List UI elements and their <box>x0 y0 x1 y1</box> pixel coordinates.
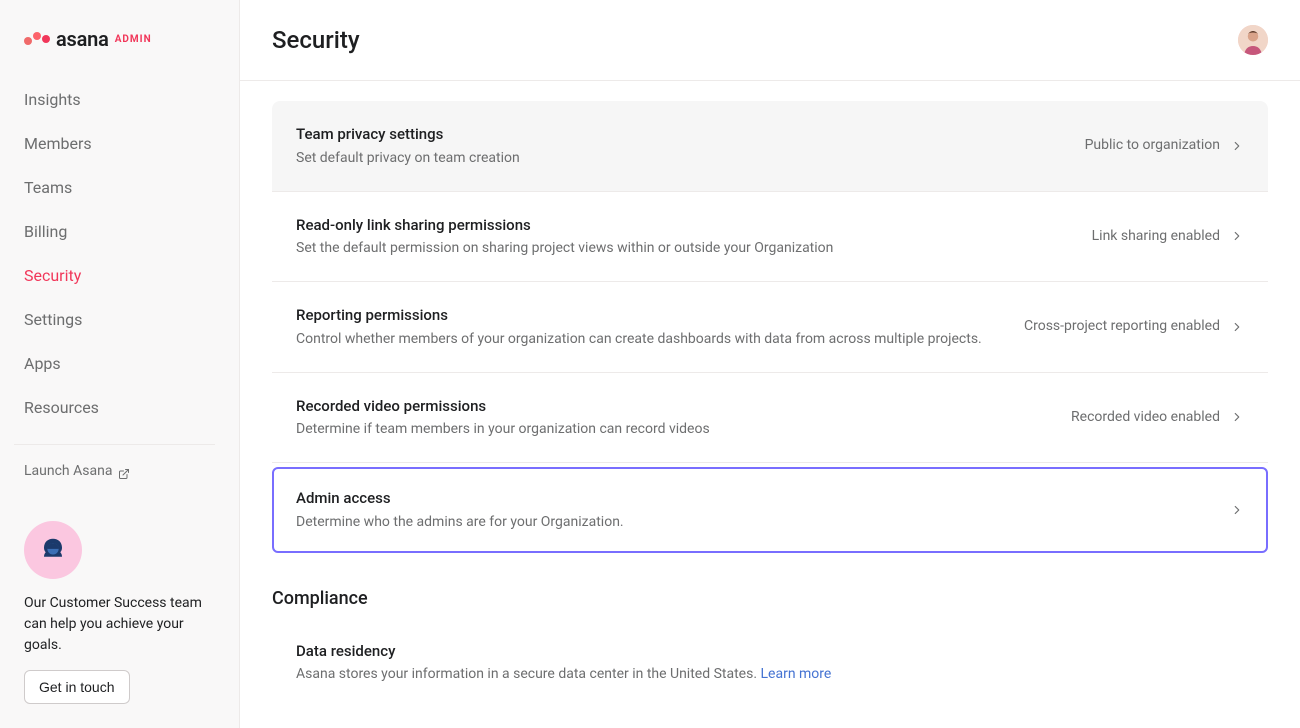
sidebar-item-label: Insights <box>24 90 81 109</box>
setting-row-admin-access[interactable]: Admin access Determine who the admins ar… <box>272 467 1268 553</box>
brand-logo: asana ADMIN <box>0 24 239 74</box>
help-panel: Our Customer Success team can help you a… <box>0 521 239 704</box>
setting-row-data-residency[interactable]: Data residency Asana stores your informa… <box>272 618 1268 708</box>
setting-value: Recorded video enabled <box>1071 407 1220 428</box>
setting-value: Cross-project reporting enabled <box>1024 316 1220 337</box>
brand-word: asana <box>56 24 109 54</box>
setting-desc: Set default privacy on team creation <box>296 148 1061 169</box>
setting-title: Recorded video permissions <box>296 395 1047 418</box>
setting-desc: Set the default permission on sharing pr… <box>296 238 1068 259</box>
chevron-right-icon <box>1230 229 1244 243</box>
brand-admin-badge: ADMIN <box>115 32 152 47</box>
learn-more-link[interactable]: Learn more <box>761 666 832 682</box>
main: Security Team privacy settings Set defau… <box>240 0 1300 728</box>
sidebar: asana ADMIN Insights Members Teams Billi… <box>0 0 240 728</box>
setting-value: Public to organization <box>1085 135 1220 156</box>
setting-desc: Control whether members of your organiza… <box>296 329 1000 350</box>
sidebar-item-apps[interactable]: Apps <box>0 342 239 386</box>
setting-desc: Determine who the admins are for your Or… <box>296 512 1206 533</box>
setting-row-link-sharing[interactable]: Read-only link sharing permissions Set t… <box>272 192 1268 283</box>
help-avatar-icon <box>24 521 82 579</box>
sidebar-item-label: Resources <box>24 398 99 417</box>
section-heading-compliance: Compliance <box>272 557 1268 618</box>
chevron-right-icon <box>1230 410 1244 424</box>
setting-title: Admin access <box>296 487 1206 510</box>
launch-label: Launch Asana <box>24 461 112 482</box>
sidebar-item-label: Settings <box>24 310 82 329</box>
chevron-right-icon <box>1230 320 1244 334</box>
setting-row-recorded-video[interactable]: Recorded video permissions Determine if … <box>272 373 1268 464</box>
asana-logo-icon <box>24 35 50 43</box>
sidebar-item-label: Apps <box>24 354 61 373</box>
sidebar-divider <box>14 444 215 445</box>
setting-row-reporting[interactable]: Reporting permissions Control whether me… <box>272 282 1268 373</box>
setting-desc: Asana stores your information in a secur… <box>296 664 1220 685</box>
setting-title: Reporting permissions <box>296 304 1000 327</box>
sidebar-item-resources[interactable]: Resources <box>0 386 239 430</box>
setting-title: Read-only link sharing permissions <box>296 214 1068 237</box>
sidebar-item-security[interactable]: Security <box>0 254 239 298</box>
sidebar-item-members[interactable]: Members <box>0 122 239 166</box>
content-area: Team privacy settings Set default privac… <box>240 81 1300 728</box>
sidebar-item-billing[interactable]: Billing <box>0 210 239 254</box>
help-text: Our Customer Success team can help you a… <box>24 593 215 656</box>
sidebar-item-settings[interactable]: Settings <box>0 298 239 342</box>
page-title: Security <box>272 22 360 58</box>
setting-desc: Determine if team members in your organi… <box>296 419 1047 440</box>
chevron-right-icon <box>1230 139 1244 153</box>
user-avatar[interactable] <box>1238 25 1268 55</box>
setting-title: Data residency <box>296 640 1220 663</box>
external-link-icon <box>118 466 130 478</box>
sidebar-item-teams[interactable]: Teams <box>0 166 239 210</box>
setting-row-team-privacy[interactable]: Team privacy settings Set default privac… <box>272 101 1268 192</box>
setting-value: Link sharing enabled <box>1092 226 1220 247</box>
sidebar-item-label: Billing <box>24 222 67 241</box>
setting-title: Team privacy settings <box>296 123 1061 146</box>
launch-asana-link[interactable]: Launch Asana <box>0 459 239 482</box>
desc-prefix: Asana stores your information in a secur… <box>296 666 761 682</box>
sidebar-item-label: Teams <box>24 178 72 197</box>
sidebar-item-insights[interactable]: Insights <box>0 78 239 122</box>
sidebar-nav: Insights Members Teams Billing Security … <box>0 74 239 434</box>
get-in-touch-button[interactable]: Get in touch <box>24 670 130 704</box>
page-header: Security <box>240 0 1300 81</box>
sidebar-item-label: Members <box>24 134 92 153</box>
chevron-right-icon <box>1230 503 1244 517</box>
sidebar-item-label: Security <box>24 266 81 285</box>
